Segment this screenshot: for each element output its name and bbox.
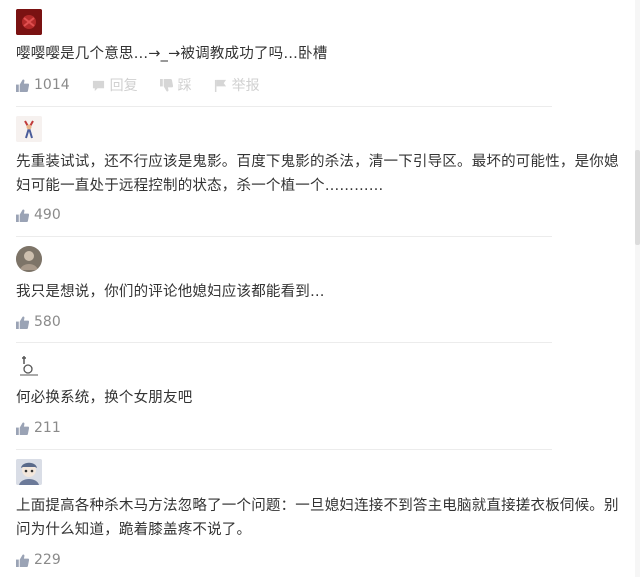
comment-actions: 229 xyxy=(16,550,83,570)
report-button[interactable]: 举报 xyxy=(214,75,260,95)
scrollbar-thumb[interactable] xyxy=(635,150,640,245)
reply-icon xyxy=(92,80,104,91)
avatar[interactable] xyxy=(16,9,42,35)
like-button[interactable]: 229 xyxy=(16,552,61,568)
comment-text: 何必换系统，换个女朋友吧 xyxy=(16,390,193,406)
dislike-button[interactable]: 踩 xyxy=(159,75,192,95)
thumbs-up-icon xyxy=(16,422,29,435)
divider xyxy=(16,449,552,450)
thumbs-up-icon xyxy=(16,209,29,222)
thumbs-down-icon xyxy=(159,78,173,91)
avatar-image-icon xyxy=(16,9,42,35)
reply-label: 回复 xyxy=(109,78,138,94)
comment-text: 上面提高各种杀木马方法忽略了一个问题：一旦媳妇连接不到答主电脑就直接搓衣板伺候。… xyxy=(16,498,619,538)
comment-actions: 490 xyxy=(16,205,83,225)
divider xyxy=(16,342,552,343)
avatar[interactable] xyxy=(16,352,42,378)
like-count: 211 xyxy=(34,420,61,436)
divider xyxy=(16,106,552,107)
report-label: 举报 xyxy=(231,78,260,94)
reply-button[interactable]: 回复 xyxy=(92,75,138,95)
thumbs-up-icon xyxy=(16,79,29,92)
divider xyxy=(16,236,552,237)
like-button[interactable]: 211 xyxy=(16,420,61,436)
comment-actions: 1014 回复 踩 举报 xyxy=(16,75,282,95)
dislike-label: 踩 xyxy=(177,78,192,94)
flag-icon xyxy=(214,79,226,92)
comment-actions: 211 xyxy=(16,418,83,438)
avatar-image-icon xyxy=(16,116,42,142)
like-button[interactable]: 580 xyxy=(16,314,61,330)
avatar[interactable] xyxy=(16,246,42,272)
comment-text: 嘤嘤嘤是几个意思…→_→被调教成功了吗…卧槽 xyxy=(16,46,328,62)
avatar[interactable] xyxy=(16,116,42,142)
scrollbar-track[interactable] xyxy=(635,0,640,577)
avatar[interactable] xyxy=(16,459,42,485)
thumbs-up-icon xyxy=(16,554,29,567)
like-count: 490 xyxy=(34,207,61,223)
thumbs-up-icon xyxy=(16,316,29,329)
like-count: 580 xyxy=(34,314,61,330)
avatar-image-icon xyxy=(16,352,42,378)
like-button[interactable]: 1014 xyxy=(16,77,70,93)
avatar-image-icon xyxy=(16,459,42,485)
like-count: 229 xyxy=(34,552,61,568)
like-count: 1014 xyxy=(34,77,70,93)
comment-text: 先重装试试，还不行应该是鬼影。百度下鬼影的杀法，清一下引导区。最坏的可能性，是你… xyxy=(16,154,619,194)
comment-text: 我只是想说，你们的评论他媳妇应该都能看到… xyxy=(16,284,325,300)
like-button[interactable]: 490 xyxy=(16,207,61,223)
comment-actions: 580 xyxy=(16,312,83,332)
avatar-image-icon xyxy=(16,246,42,272)
